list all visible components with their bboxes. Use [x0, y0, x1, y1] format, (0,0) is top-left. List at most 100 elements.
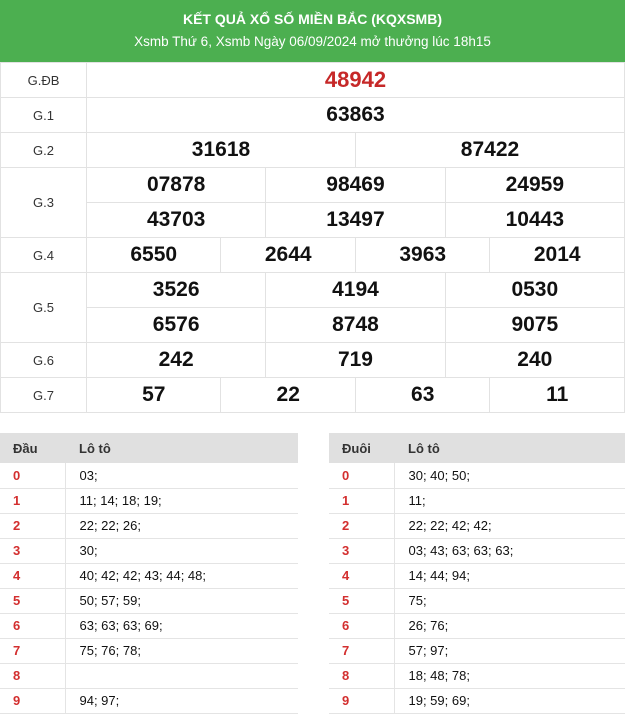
head-digit: 1	[0, 488, 66, 514]
prize-label: G.1	[0, 97, 87, 133]
head-digit: 5	[0, 588, 66, 614]
table-row: 3 30;	[0, 538, 298, 564]
prize-number: 6550	[85, 237, 222, 273]
column-header-loto: Lô tô	[65, 433, 298, 463]
table-row: 8	[0, 663, 298, 689]
loto-values: 30; 40; 50;	[394, 463, 625, 489]
prize-number: 22	[220, 377, 356, 413]
tail-digit: 0	[329, 463, 395, 489]
table-row: 5 75;	[329, 588, 625, 614]
table-row: 7 75; 76; 78;	[0, 638, 298, 664]
head-digit: 6	[0, 613, 66, 639]
tail-digit: 3	[329, 538, 395, 564]
table-row: 3 03; 43; 63; 63; 63;	[329, 538, 625, 564]
table-row: 5 50; 57; 59;	[0, 588, 298, 614]
table-row: 4 14; 44; 94;	[329, 563, 625, 589]
prize-number: 11	[489, 377, 625, 413]
head-digit: 9	[0, 688, 66, 714]
loto-head-header-row: Đầu Lô tô	[0, 433, 298, 463]
prize-label: G.4	[0, 237, 87, 273]
prize-number: 98469	[265, 167, 446, 203]
prize-row-g1: G.1 63863	[0, 97, 625, 133]
tail-digit: 8	[329, 663, 395, 689]
results-header: KẾT QUẢ XỔ SỐ MIỀN BẮC (KQXSMB) Xsmb Thứ…	[0, 0, 625, 62]
table-row: 1 11;	[329, 488, 625, 514]
prize-number: 6576	[85, 307, 267, 343]
prize-number: 719	[265, 342, 446, 378]
prize-number: 57	[85, 377, 222, 413]
prize-label: G.5	[0, 272, 87, 343]
loto-values: 63; 63; 63; 69;	[65, 613, 298, 639]
prize-number: 240	[444, 342, 625, 378]
loto-values: 75;	[394, 588, 625, 614]
prize-row-special: G.ĐB 48942	[0, 62, 625, 98]
prize-row-g4: G.4 6550 2644 3963 2014	[0, 237, 625, 273]
prize-number: 4194	[265, 272, 446, 308]
loto-values: 14; 44; 94;	[394, 563, 625, 589]
tail-digit: 2	[329, 513, 395, 539]
prize-number: 242	[85, 342, 267, 378]
loto-values: 19; 59; 69;	[394, 688, 625, 714]
prize-number: 9075	[444, 307, 625, 343]
prize-number: 63	[354, 377, 491, 413]
prize-label: G.6	[0, 342, 87, 378]
tail-digit: 7	[329, 638, 395, 664]
prize-number: 2644	[220, 237, 356, 273]
loto-values: 11; 14; 18; 19;	[65, 488, 298, 514]
prize-row-g2: G.2 31618 87422	[0, 132, 625, 168]
prize-label: G.ĐB	[0, 62, 87, 98]
prize-number: 07878	[85, 167, 267, 203]
loto-values: 26; 76;	[394, 613, 625, 639]
prize-row-g7: G.7 57 22 63 11	[0, 377, 625, 413]
loto-values: 22; 22; 26;	[65, 513, 298, 539]
prize-row-g5: G.5 3526 4194 0530	[0, 272, 625, 343]
tail-digit: 1	[329, 488, 395, 514]
prize-label: G.3	[0, 167, 87, 238]
table-row: 8 18; 48; 78;	[329, 663, 625, 689]
results-table: G.ĐB 48942 G.1 63863 G.2 31618 87422 G.3…	[0, 62, 625, 413]
prize-number: 43703	[85, 202, 267, 238]
table-row: 0 03;	[0, 463, 298, 489]
loto-values: 75; 76; 78;	[65, 638, 298, 664]
head-digit: 0	[0, 463, 66, 489]
head-digit: 4	[0, 563, 66, 589]
prize-number: 2014	[489, 237, 625, 273]
head-digit: 8	[0, 663, 66, 689]
prize-number: 8748	[265, 307, 446, 343]
prize-number: 63863	[86, 97, 625, 133]
loto-values	[65, 663, 298, 689]
loto-values: 22; 22; 42; 42;	[394, 513, 625, 539]
prize-number: 31618	[86, 132, 356, 168]
loto-values: 03;	[65, 463, 298, 489]
loto-values: 18; 48; 78;	[394, 663, 625, 689]
prize-number: 10443	[444, 202, 625, 238]
prize-row-g3: 43703 13497 10443	[1, 202, 625, 238]
draw-date-subtitle: Xsmb Thứ 6, Xsmb Ngày 06/09/2024 mở thưở…	[134, 34, 491, 49]
loto-values: 57; 97;	[394, 638, 625, 664]
table-row: 1 11; 14; 18; 19;	[0, 488, 298, 514]
table-row: 9 19; 59; 69;	[329, 688, 625, 714]
head-digit: 3	[0, 538, 66, 564]
loto-values: 40; 42; 42; 43; 44; 48;	[65, 563, 298, 589]
column-header-loto: Lô tô	[394, 433, 625, 463]
loto-tail-header-row: Đuôi Lô tô	[329, 433, 625, 463]
tail-digit: 6	[329, 613, 395, 639]
prize-row-g6: G.6 242 719 240	[0, 342, 625, 378]
loto-values: 11;	[394, 488, 625, 514]
tail-digit: 5	[329, 588, 395, 614]
loto-values: 30;	[65, 538, 298, 564]
column-header-head: Đầu	[0, 433, 65, 463]
table-row: 7 57; 97;	[329, 638, 625, 664]
column-header-tail: Đuôi	[329, 433, 394, 463]
prize-row-g3: G.3 07878 98469 24959	[0, 167, 625, 238]
table-row: 6 26; 76;	[329, 613, 625, 639]
table-row: 2 22; 22; 26;	[0, 513, 298, 539]
tail-digit: 4	[329, 563, 395, 589]
prize-number: 3963	[354, 237, 491, 273]
loto-values: 50; 57; 59;	[65, 588, 298, 614]
head-digit: 2	[0, 513, 66, 539]
prize-number: 3526	[85, 272, 267, 308]
special-prize-number: 48942	[86, 62, 625, 98]
table-row: 9 94; 97;	[0, 688, 298, 714]
prize-label: G.7	[0, 377, 87, 413]
